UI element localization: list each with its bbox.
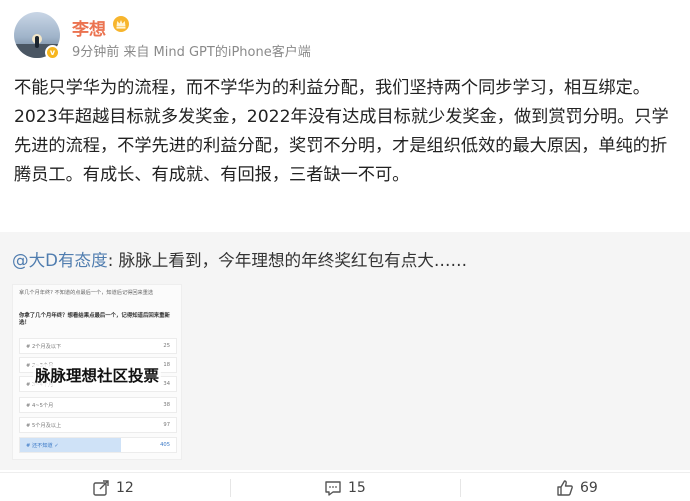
mention-link[interactable]: @大D有态度 bbox=[12, 251, 108, 270]
divider bbox=[460, 479, 461, 497]
comment-button[interactable]: 15 bbox=[324, 477, 366, 499]
poll-option-label: # 2个月及以下 bbox=[26, 344, 62, 350]
poll-option: # 4~5个月 38 bbox=[19, 397, 177, 413]
divider bbox=[230, 479, 231, 497]
share-icon bbox=[93, 480, 109, 496]
poll-option-count: 25 bbox=[163, 343, 170, 349]
post-header: v 李想 9分钟前 来自 Mind GPT的iPhone客户端 bbox=[0, 0, 690, 70]
image-overlay-caption: 脉脉理想社区投票 bbox=[33, 364, 162, 386]
poll-option-label: # 4~5个月 bbox=[26, 403, 54, 409]
poll-option-count: 97 bbox=[163, 422, 170, 428]
poll-option-count: 34 bbox=[163, 381, 170, 387]
like-icon bbox=[557, 480, 573, 496]
like-button[interactable]: 69 bbox=[556, 477, 598, 499]
vip-crown-icon bbox=[113, 16, 129, 32]
poll-option-count: 405 bbox=[160, 442, 170, 448]
poll-option: # 5个月及以上 97 bbox=[19, 417, 177, 433]
comment-icon bbox=[325, 481, 341, 496]
poll-option-selected: # 还不知道 ✓ 405 bbox=[19, 437, 177, 453]
poll-option-count: 18 bbox=[163, 362, 170, 368]
like-count: 69 bbox=[580, 480, 598, 496]
poll-question: 你拿了几个月年终？想看结果点最后一个，记得知道后回来重新选！ bbox=[19, 313, 170, 326]
repost-button[interactable]: 12 bbox=[92, 477, 134, 499]
reposted-content[interactable]: @大D有态度: 脉脉上看到，今年理想的年终奖红包有点大…… 拿几个月年终? 不知… bbox=[0, 232, 690, 470]
verified-badge-icon: v bbox=[45, 45, 60, 60]
repost-line: @大D有态度: 脉脉上看到，今年理想的年终奖红包有点大…… bbox=[12, 247, 467, 271]
post-meta: 9分钟前 来自 Mind GPT的iPhone客户端 bbox=[72, 45, 311, 60]
user-name[interactable]: 李想 bbox=[72, 15, 106, 40]
poll-header-text: 拿几个月年终? 不知道的点最后一个，知道后记得回来重选 bbox=[19, 290, 154, 296]
comment-count: 15 bbox=[348, 480, 366, 496]
poll-option-label: # 还不知道 ✓ bbox=[26, 443, 59, 449]
avatar-person bbox=[35, 36, 39, 48]
poll-option: # 2个月及以下 25 bbox=[19, 338, 177, 354]
post-body: 不能只学华为的流程，而不学华为的利益分配，我们坚持两个同步学习，相互绑定。202… bbox=[14, 78, 669, 185]
poll-screenshot-image[interactable]: 拿几个月年终? 不知道的点最后一个，知道后记得回来重选 你拿了几个月年终？想看结… bbox=[12, 284, 182, 460]
action-bar: 12 15 69 bbox=[0, 472, 690, 501]
poll-option-count: 38 bbox=[163, 402, 170, 408]
repost-text: : 脉脉上看到，今年理想的年终奖红包有点大…… bbox=[107, 251, 468, 270]
repost-count: 12 bbox=[116, 480, 134, 496]
poll-option-label: # 5个月及以上 bbox=[26, 423, 62, 429]
